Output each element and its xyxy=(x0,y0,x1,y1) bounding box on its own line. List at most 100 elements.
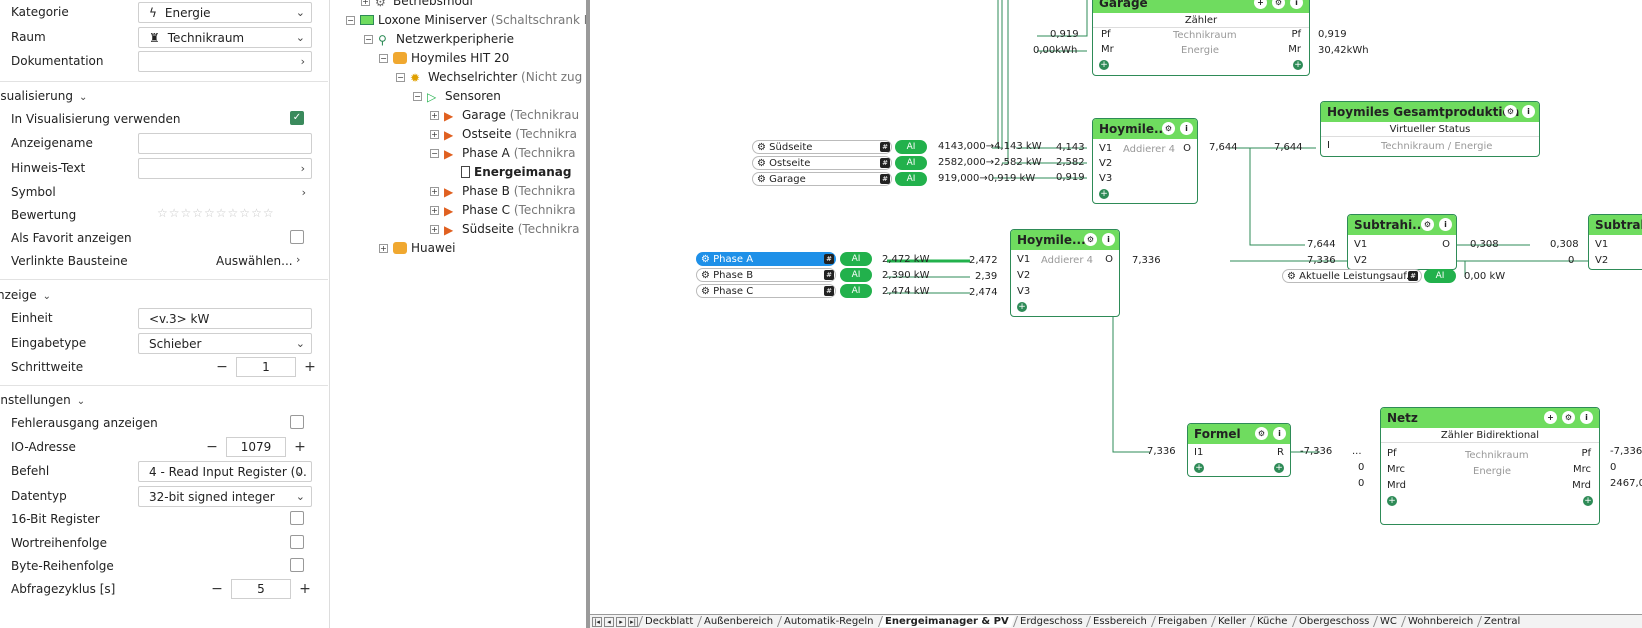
tree-item-hoymiles[interactable]: − Hoymiles HIT 20 xyxy=(379,49,509,67)
collapse-toggle[interactable]: − xyxy=(396,72,405,82)
tab-essbereich[interactable]: Essbereich xyxy=(1086,616,1154,627)
tab-erdgeschoss[interactable]: Erdgeschoss xyxy=(1012,616,1089,627)
tab-keller[interactable]: Keller xyxy=(1211,616,1253,627)
section-visualisierung[interactable]: isualisierung ⌄ xyxy=(0,89,87,103)
doku-field[interactable]: › xyxy=(138,51,312,72)
tree-item-garage[interactable]: + ▶ Garage (Technikrau xyxy=(430,106,579,124)
info-icon[interactable]: i xyxy=(1580,411,1593,424)
last-page-button[interactable]: ▸| xyxy=(628,616,638,627)
ai-badge[interactable]: AI xyxy=(840,284,872,298)
tree-item-phase-a[interactable]: − ▶ Phase A (Technikra xyxy=(430,144,575,162)
info-icon[interactable]: i xyxy=(1522,105,1535,118)
rating-stars[interactable]: ☆☆☆☆☆☆☆☆☆☆ xyxy=(157,206,275,220)
collapse-toggle[interactable]: − xyxy=(379,53,388,63)
expand-toggle[interactable]: + xyxy=(430,205,439,215)
minus-button[interactable]: − xyxy=(209,581,225,597)
fehler-checkbox[interactable] xyxy=(290,415,304,429)
tree-item-phase-c[interactable]: + ▶ Phase C (Technikra xyxy=(430,201,576,219)
input-pin-i1[interactable]: I1 xyxy=(1194,447,1203,458)
gear-icon[interactable]: ⚙ xyxy=(1421,218,1434,231)
input-pin-v3[interactable]: V3 xyxy=(1017,286,1030,297)
raum-select[interactable]: ♜ Technikraum ⌄ xyxy=(138,27,312,48)
favorit-checkbox[interactable] xyxy=(290,230,304,244)
input-pin-v1[interactable]: V1 xyxy=(1099,143,1112,154)
subtrahierer-block-2[interactable]: Subtrahi V1 V2 xyxy=(1588,214,1642,270)
gear-icon[interactable]: ⚙ xyxy=(1162,122,1175,135)
tree-item-wechselrichter[interactable]: − ✹ Wechselrichter (Nicht zug xyxy=(396,68,582,86)
sensor-phase-c[interactable]: ⚙ Phase C xyxy=(696,284,836,298)
add-input-icon[interactable]: + xyxy=(1099,189,1109,199)
next-page-button[interactable]: ▸ xyxy=(616,616,626,627)
info-icon[interactable]: i xyxy=(1273,427,1286,440)
info-icon[interactable]: i xyxy=(1180,122,1193,135)
wort-checkbox[interactable] xyxy=(290,535,304,549)
section-einstellungen[interactable]: instellungen ⌄ xyxy=(0,393,85,407)
first-page-button[interactable]: |◂ xyxy=(592,616,602,627)
logic-canvas[interactable]: Garage + ⚙ i Zähler Pf Mr Technikraum Ener… xyxy=(590,0,1642,614)
add-input-icon[interactable]: + xyxy=(1387,496,1397,506)
input-pin-v1[interactable]: V1 xyxy=(1354,239,1367,250)
tree-item-huawei[interactable]: + Huawei xyxy=(379,239,456,257)
output-pin-mrc[interactable]: Mrc xyxy=(1573,464,1591,475)
tab-kueche[interactable]: Küche xyxy=(1250,616,1294,627)
expand-toggle[interactable]: + xyxy=(430,110,439,120)
formel-block[interactable]: Formel ⚙ i I1 R + + xyxy=(1187,423,1291,477)
output-pin-pf[interactable]: Pf xyxy=(1291,29,1301,40)
sensor-ostseite[interactable]: ⚙ Ostseite xyxy=(752,156,892,170)
tree-item-sensoren[interactable]: − ▷ Sensoren xyxy=(413,87,501,105)
abfrage-value[interactable]: 5 xyxy=(231,579,291,599)
input-pin-v3[interactable]: V3 xyxy=(1099,173,1112,184)
input-pin-v2[interactable]: V2 xyxy=(1595,255,1608,266)
add-output-icon[interactable]: + xyxy=(1293,60,1303,70)
datentyp-select[interactable]: 32-bit signed integer ⌄ xyxy=(138,486,312,507)
minus-button[interactable]: − xyxy=(214,359,230,375)
tree-item-betriebsmodi[interactable]: + ⚙ Betriebsmodi xyxy=(361,0,473,10)
prev-page-button[interactable]: ◂ xyxy=(604,616,614,627)
garage-block[interactable]: Garage + ⚙ i Zähler Pf Mr Technikraum Ener… xyxy=(1092,0,1310,76)
sensor-aktuelle-leistung[interactable]: ⚙ Aktuelle Leistungsauf... xyxy=(1282,269,1422,283)
input-pin-v2[interactable]: V2 xyxy=(1354,255,1367,266)
expand-toggle[interactable]: + xyxy=(430,129,439,139)
sensor-suedseite[interactable]: ⚙ Südseite xyxy=(752,140,892,154)
gear-icon[interactable]: ⚙ xyxy=(1562,411,1575,424)
eingabe-select[interactable]: Schieber ⌄ xyxy=(138,333,312,354)
add-output-icon[interactable]: + xyxy=(1583,496,1593,506)
tab-wc[interactable]: WC xyxy=(1373,616,1404,627)
symbol-field[interactable]: › xyxy=(138,182,312,203)
add-icon[interactable]: + xyxy=(1544,411,1557,424)
minus-button[interactable]: − xyxy=(204,439,220,455)
expand-toggle[interactable]: + xyxy=(430,224,439,234)
input-pin-v2[interactable]: V2 xyxy=(1017,270,1030,281)
addierer-block-1[interactable]: Hoymile... ⚙ i V1 V2 V3 Addierer 4 O + xyxy=(1092,118,1198,204)
section-anzeige[interactable]: nzeige ⌄ xyxy=(0,288,51,302)
tab-aussenbereich[interactable]: Außenbereich xyxy=(697,616,780,627)
ai-badge[interactable]: AI xyxy=(895,140,927,154)
output-pin-r[interactable]: R xyxy=(1277,447,1284,458)
output-pin-pf[interactable]: Pf xyxy=(1581,448,1591,459)
input-pin-v2[interactable]: V2 xyxy=(1099,158,1112,169)
einheit-input[interactable]: <v.3> kW xyxy=(138,308,312,329)
tab-wohnbereich[interactable]: Wohnbereich xyxy=(1401,616,1480,627)
tree-item-phase-b[interactable]: + ▶ Phase B (Technikra xyxy=(430,182,575,200)
netz-block[interactable]: Netz + ⚙ i Zähler Bidirektional Pf Mrc Mrd… xyxy=(1380,407,1600,525)
input-pin-mrc[interactable]: Mrc xyxy=(1387,464,1405,475)
input-pin-i[interactable]: I xyxy=(1327,140,1330,151)
tab-zentral[interactable]: Zentral xyxy=(1477,616,1527,627)
tree-item-energiemanager[interactable]: Energeimanag xyxy=(461,163,571,181)
plus-button[interactable]: + xyxy=(297,581,313,597)
collapse-toggle[interactable]: − xyxy=(364,34,373,44)
input-pin-pf[interactable]: Pf xyxy=(1387,448,1397,459)
plus-button[interactable]: + xyxy=(292,439,308,455)
input-pin-v1[interactable]: V1 xyxy=(1595,239,1608,250)
gear-icon[interactable]: ⚙ xyxy=(1272,0,1285,9)
expand-toggle[interactable]: + xyxy=(379,243,388,253)
ai-badge[interactable]: AI xyxy=(840,268,872,282)
tab-freigaben[interactable]: Freigaben xyxy=(1151,616,1214,627)
input-pin-mrd[interactable]: Mrd xyxy=(1387,480,1406,491)
tab-energiemanager[interactable]: Energeimanager & PV xyxy=(877,616,1015,627)
hinweis-field[interactable]: › xyxy=(138,158,312,179)
expand-toggle[interactable]: + xyxy=(430,186,439,196)
input-pin-pf[interactable]: Pf xyxy=(1101,29,1111,40)
add-input-icon[interactable]: + xyxy=(1017,302,1027,312)
befehl-select[interactable]: 4 - Read Input Register (0. ⌄ xyxy=(138,461,312,482)
